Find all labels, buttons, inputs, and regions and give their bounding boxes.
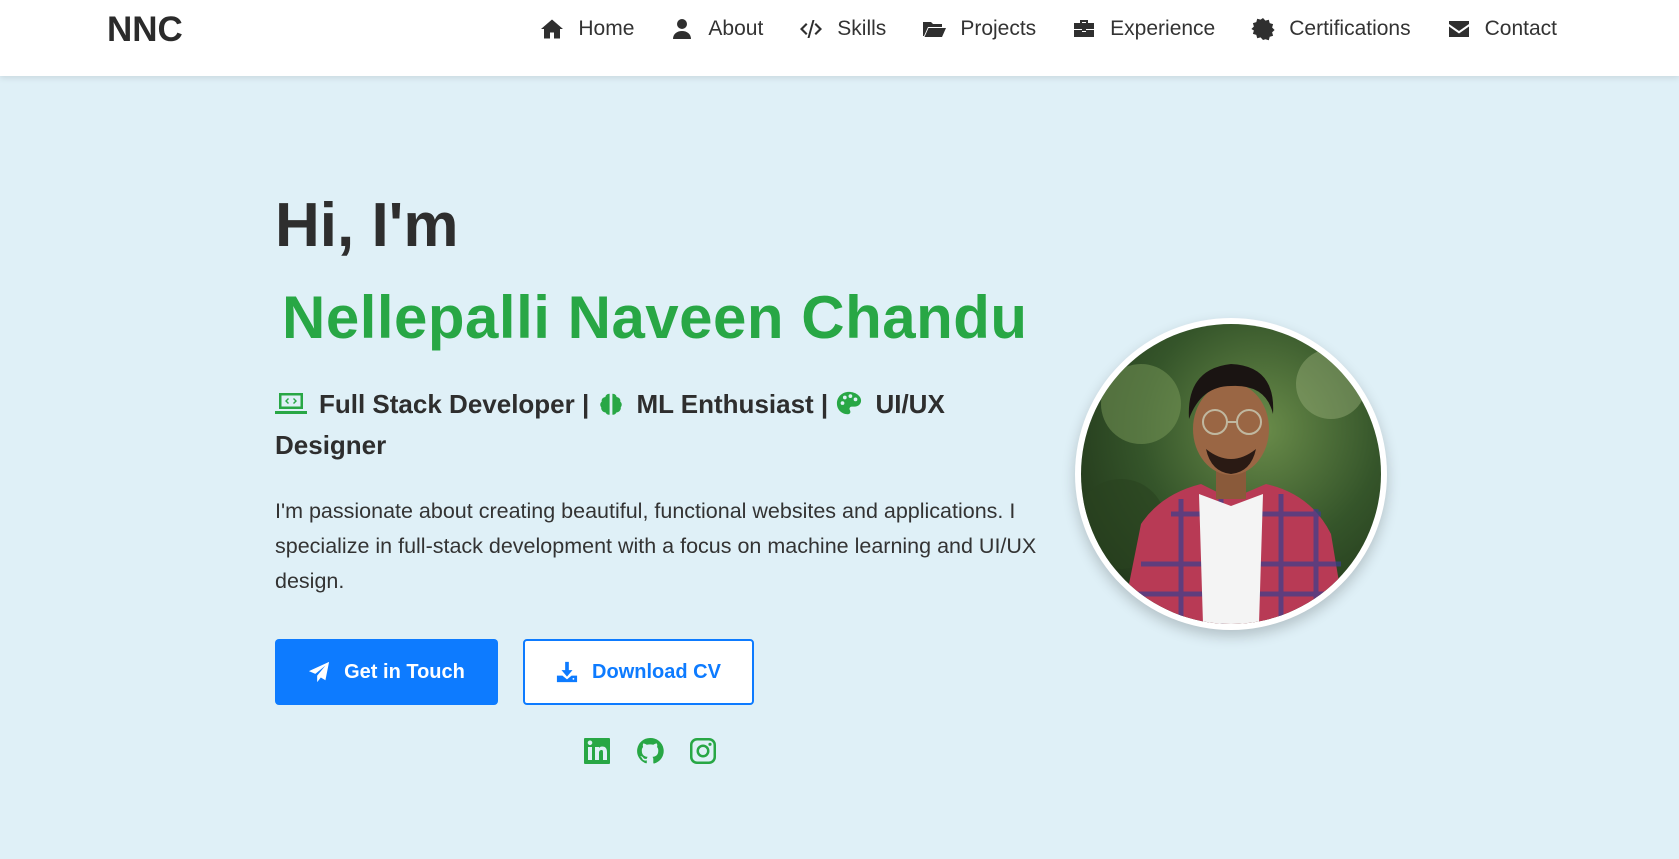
roles-subtitle: Full Stack Developer | ML Enthusiast | U… [275,384,995,466]
button-label: Get in Touch [344,660,465,683]
nav-item-certifications[interactable]: Certifications [1251,17,1411,41]
greeting-heading: Hi, I'm [275,191,459,260]
briefcase-icon [1074,20,1095,37]
palette-icon [837,391,862,415]
nav-label: Home [578,17,635,40]
download-cv-button[interactable]: Download CV [523,639,754,705]
button-label: Download CV [592,660,721,683]
profile-portrait-image [1081,324,1381,624]
instagram-icon [690,738,716,764]
download-icon [556,661,578,683]
nav-label: Certifications [1289,17,1411,40]
role-label: ML Enthusiast | [636,389,829,419]
linkedin-icon [584,738,610,764]
navbar: NNC Home About Skills Projects Experienc… [0,0,1679,76]
social-links [583,737,717,765]
nav-item-experience[interactable]: Experience [1072,17,1215,41]
hero-section: Hi, I'm Nellepalli Naveen Chandu Full St… [275,190,1045,599]
envelope-icon [1448,21,1469,37]
nav-label: About [708,17,764,40]
github-link[interactable] [636,737,664,765]
profile-photo [1075,318,1387,630]
nav-item-skills[interactable]: Skills [799,17,886,41]
name-heading: Nellepalli Naveen Chandu [282,284,1028,351]
nav-item-home[interactable]: Home [540,17,634,41]
nav-label: Contact [1484,17,1557,40]
nav-menu: Home About Skills Projects Experience Ce… [540,17,1557,41]
brand-logo[interactable]: NNC [107,10,183,50]
role-label: Full Stack Developer | [319,389,590,419]
folder-open-icon [923,22,947,37]
brain-icon [599,393,622,415]
hero-description: I'm passionate about creating beautiful,… [275,499,1037,593]
laptop-code-icon [275,393,307,414]
nav-label: Skills [837,17,887,40]
home-icon [541,19,564,39]
nav-label: Projects [960,17,1037,40]
linkedin-link[interactable] [583,737,611,765]
github-icon [637,737,664,764]
nav-item-about[interactable]: About [670,17,763,41]
nav-label: Experience [1110,17,1216,40]
nav-item-projects[interactable]: Projects [922,17,1036,41]
nav-item-contact[interactable]: Contact [1447,17,1557,41]
code-icon [800,20,823,38]
hero-buttons: Get in Touch Download CV [275,639,754,705]
paper-plane-icon [309,661,330,683]
instagram-link[interactable] [689,737,717,765]
user-icon [673,19,692,39]
certificate-icon [1251,18,1275,41]
get-in-touch-button[interactable]: Get in Touch [275,639,498,705]
